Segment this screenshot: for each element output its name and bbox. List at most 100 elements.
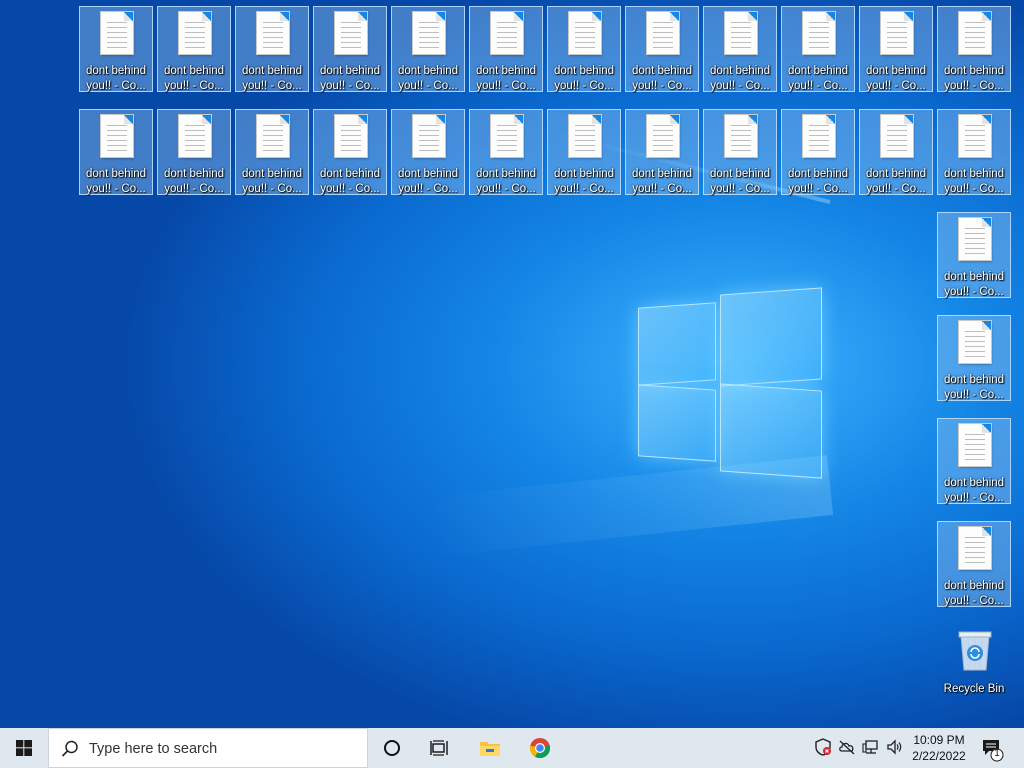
desktop-file-icon[interactable]: dont behind you!! - Co... bbox=[313, 109, 387, 195]
text-document-icon bbox=[491, 115, 523, 157]
desktop-file-icon[interactable]: dont behind you!! - Co... bbox=[79, 6, 153, 92]
desktop-file-icon[interactable]: dont behind you!! - Co... bbox=[391, 6, 465, 92]
chrome-icon bbox=[529, 738, 551, 759]
desktop-file-icon[interactable]: dont behind you!! - Co... bbox=[391, 109, 465, 195]
text-document-icon bbox=[413, 12, 445, 54]
text-document-icon bbox=[257, 115, 289, 157]
desktop-file-label: dont behind you!! - Co... bbox=[475, 168, 537, 195]
text-document-icon bbox=[413, 115, 445, 157]
text-document-icon bbox=[101, 115, 133, 157]
security-shield-icon[interactable] bbox=[814, 738, 832, 756]
search-box[interactable]: Type here to search bbox=[48, 728, 368, 768]
desktop-file-label: dont behind you!! - Co... bbox=[85, 168, 147, 195]
desktop-file-icon[interactable]: dont behind you!! - Co... bbox=[313, 6, 387, 92]
desktop-file-label: dont behind you!! - Co... bbox=[475, 65, 537, 92]
desktop-file-label: dont behind you!! - Co... bbox=[397, 168, 459, 195]
text-document-icon bbox=[569, 115, 601, 157]
desktop[interactable]: dont behind you!! - Co... dont behind you!!… bbox=[0, 0, 1024, 728]
desktop-file-icon[interactable]: dont behind you!! - Co... bbox=[235, 109, 309, 195]
text-document-icon bbox=[803, 115, 835, 157]
volume-icon[interactable] bbox=[886, 738, 904, 756]
text-document-icon bbox=[179, 115, 211, 157]
text-document-icon bbox=[179, 12, 211, 54]
onedrive-offline-icon[interactable] bbox=[838, 738, 856, 756]
desktop-file-icon[interactable]: dont behind you!! - Co... bbox=[703, 109, 777, 195]
network-icon[interactable] bbox=[862, 738, 880, 756]
cortana-button[interactable] bbox=[368, 728, 416, 768]
desktop-file-icon[interactable]: dont behind you!! - Co... bbox=[547, 6, 621, 92]
search-icon bbox=[61, 740, 78, 757]
file-explorer-button[interactable] bbox=[466, 728, 514, 768]
desktop-file-icon[interactable]: dont behind you!! - Co... bbox=[157, 109, 231, 195]
action-center-button[interactable]: 1 bbox=[978, 736, 1008, 762]
desktop-file-icon[interactable]: dont behind you!! - Co... bbox=[79, 109, 153, 195]
windows-start-icon bbox=[16, 740, 32, 756]
desktop-file-label: dont behind you!! - Co... bbox=[709, 168, 771, 195]
text-document-icon bbox=[491, 12, 523, 54]
desktop-file-label: dont behind you!! - Co... bbox=[319, 65, 381, 92]
desktop-file-label: dont behind you!! - Co... bbox=[241, 65, 303, 92]
text-document-icon bbox=[569, 12, 601, 54]
desktop-file-label: dont behind you!! - Co... bbox=[631, 65, 693, 92]
desktop-file-label: dont behind you!! - Co... bbox=[865, 65, 927, 92]
text-document-icon bbox=[257, 12, 289, 54]
desktop-file-icon[interactable]: dont behind you!! - Co... bbox=[625, 6, 699, 92]
clock-date: 2/22/2022 bbox=[912, 749, 966, 763]
text-document-icon bbox=[959, 218, 991, 260]
text-document-icon bbox=[881, 12, 913, 54]
text-document-icon bbox=[803, 12, 835, 54]
recycle-bin[interactable]: Recycle Bin bbox=[936, 624, 1012, 702]
desktop-file-icon[interactable]: dont behind you!! - Co... bbox=[859, 6, 933, 92]
desktop-file-icon[interactable]: dont behind you!! - Co... bbox=[937, 521, 1011, 607]
text-document-icon bbox=[959, 12, 991, 54]
text-document-icon bbox=[881, 115, 913, 157]
desktop-file-label: dont behind you!! - Co... bbox=[709, 65, 771, 92]
text-document-icon bbox=[959, 321, 991, 363]
system-clock[interactable]: 10:09 PM 2/22/2022 bbox=[904, 732, 974, 764]
desktop-file-label: dont behind you!! - Co... bbox=[553, 168, 615, 195]
desktop-file-icon[interactable]: dont behind you!! - Co... bbox=[781, 6, 855, 92]
desktop-file-icon[interactable]: dont behind you!! - Co... bbox=[235, 6, 309, 92]
text-document-icon bbox=[725, 115, 757, 157]
notification-count: 1 bbox=[994, 748, 1000, 759]
desktop-file-icon[interactable]: dont behind you!! - Co... bbox=[937, 109, 1011, 195]
desktop-file-icon[interactable]: dont behind you!! - Co... bbox=[859, 109, 933, 195]
desktop-file-icon[interactable]: dont behind you!! - Co... bbox=[781, 109, 855, 195]
desktop-file-label: dont behind you!! - Co... bbox=[163, 65, 225, 92]
desktop-file-icon[interactable]: dont behind you!! - Co... bbox=[937, 212, 1011, 298]
windows-logo-wallpaper bbox=[630, 285, 830, 485]
desktop-file-icon[interactable]: dont behind you!! - Co... bbox=[937, 418, 1011, 504]
desktop-file-label: dont behind you!! - Co... bbox=[163, 168, 225, 195]
text-document-icon bbox=[335, 12, 367, 54]
desktop-file-icon[interactable]: dont behind you!! - Co... bbox=[469, 109, 543, 195]
desktop-file-icon[interactable]: dont behind you!! - Co... bbox=[547, 109, 621, 195]
desktop-file-icon[interactable]: dont behind you!! - Co... bbox=[937, 315, 1011, 401]
desktop-file-icon[interactable]: dont behind you!! - Co... bbox=[469, 6, 543, 92]
desktop-file-icon[interactable]: dont behind you!! - Co... bbox=[937, 6, 1011, 92]
chrome-button[interactable] bbox=[516, 728, 564, 768]
task-view-button[interactable] bbox=[416, 728, 464, 768]
desktop-file-icon[interactable]: dont behind you!! - Co... bbox=[703, 6, 777, 92]
desktop-file-label: dont behind you!! - Co... bbox=[943, 580, 1005, 607]
action-center-icon bbox=[983, 740, 1004, 762]
desktop-file-label: dont behind you!! - Co... bbox=[319, 168, 381, 195]
text-document-icon bbox=[335, 115, 367, 157]
file-explorer-icon bbox=[480, 742, 500, 756]
search-placeholder: Type here to search bbox=[89, 741, 218, 757]
text-document-icon bbox=[101, 12, 133, 54]
desktop-file-icon[interactable]: dont behind you!! - Co... bbox=[625, 109, 699, 195]
taskbar: Type here to search 10:09 PM 2/22/2022 1 bbox=[0, 728, 1024, 768]
desktop-file-label: dont behind you!! - Co... bbox=[397, 65, 459, 92]
desktop-file-label: dont behind you!! - Co... bbox=[787, 65, 849, 92]
desktop-file-label: dont behind you!! - Co... bbox=[943, 374, 1005, 401]
text-document-icon bbox=[647, 12, 679, 54]
text-document-icon bbox=[647, 115, 679, 157]
desktop-file-icon[interactable]: dont behind you!! - Co... bbox=[157, 6, 231, 92]
text-document-icon bbox=[725, 12, 757, 54]
desktop-file-label: dont behind you!! - Co... bbox=[553, 65, 615, 92]
desktop-file-label: dont behind you!! - Co... bbox=[85, 65, 147, 92]
cortana-icon bbox=[384, 740, 400, 756]
text-document-icon bbox=[959, 115, 991, 157]
start-button[interactable] bbox=[0, 728, 48, 768]
desktop-file-label: dont behind you!! - Co... bbox=[943, 271, 1005, 298]
